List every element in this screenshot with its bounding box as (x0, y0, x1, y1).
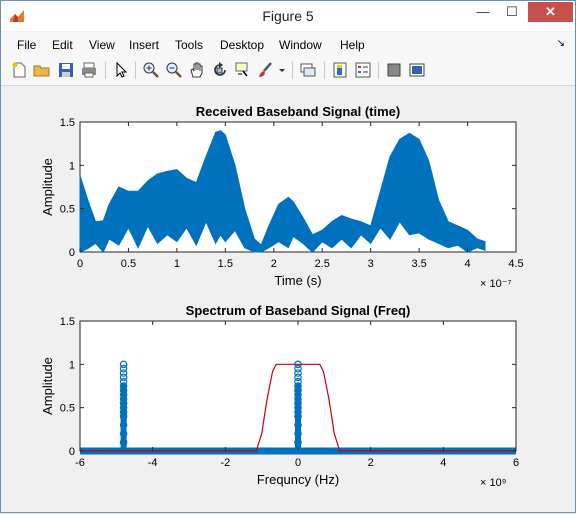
x-axis-label-spectrum: Frequncy (Hz) (257, 472, 339, 487)
maximize-button[interactable]: ☐ (498, 2, 526, 22)
new-figure-icon[interactable] (10, 61, 28, 79)
x-tick-label: 4.5 (508, 258, 523, 270)
dock-figure-icon[interactable]: ↘ (557, 38, 565, 49)
x-tick-label: 2 (271, 258, 277, 270)
show-plot-tools-icon[interactable] (408, 61, 426, 79)
figure-toolbar (1, 56, 575, 86)
x-tick-label: 1.5 (218, 258, 233, 270)
close-button[interactable]: ✕ (528, 2, 573, 22)
menu-help[interactable]: Help (340, 38, 365, 52)
x-axis-label-time: Time (s) (274, 273, 321, 288)
insert-legend-icon[interactable] (354, 61, 372, 79)
x-tick-label: 6 (513, 457, 519, 469)
menu-file[interactable]: File (17, 38, 36, 52)
axes-time[interactable]: 0 0.5 1 1.5 2 2.5 3 3.5 4 4.5 0 0.5 1 1.5 Received Ba… (40, 104, 524, 290)
x-tick-label: 2.5 (315, 258, 330, 270)
y-tick-label: 1 (69, 359, 75, 371)
x-exponent-spectrum: × 10⁹ (480, 477, 506, 489)
figure-canvas[interactable]: 0 0.5 1 1.5 2 2.5 3 3.5 4 4.5 0 0.5 1 1.5 Received Ba… (2, 86, 575, 512)
hide-plot-tools-icon[interactable] (385, 61, 403, 79)
edit-plot-arrow-icon[interactable] (112, 61, 130, 79)
x-tick-label: -6 (75, 457, 85, 469)
x-tick-label: -4 (148, 457, 158, 469)
x-tick-label: 0 (77, 258, 83, 270)
save-figure-icon[interactable] (57, 61, 75, 79)
menu-window[interactable]: Window (279, 38, 322, 52)
open-file-icon[interactable] (33, 61, 51, 79)
x-exponent-time: × 10⁻⁷ (480, 278, 512, 290)
chart-title-time: Received Baseband Signal (time) (196, 104, 400, 119)
menu-desktop[interactable]: Desktop (220, 38, 264, 52)
y-tick-label: 0 (69, 446, 75, 458)
menu-bar: File Edit View Insert Tools Desktop Wind… (1, 32, 575, 56)
x-tick-label: 0 (295, 457, 301, 469)
y-tick-label: 1 (69, 160, 75, 172)
chart-title-spectrum: Spectrum of Baseband Signal (Freq) (186, 303, 411, 318)
menu-view[interactable]: View (89, 38, 115, 52)
print-figure-icon[interactable] (80, 61, 98, 79)
y-tick-label: 0 (69, 247, 75, 259)
y-axis-label-time: Amplitude (40, 158, 55, 216)
x-tick-label: 4 (464, 258, 470, 270)
link-plot-icon[interactable] (299, 61, 317, 79)
title-bar[interactable]: Figure 5 — ☐ ✕ (1, 1, 575, 31)
y-tick-label: 1.5 (60, 117, 75, 129)
pan-hand-icon[interactable] (188, 61, 206, 79)
x-tick-label: 0.5 (121, 258, 136, 270)
x-tick-label: 1 (174, 258, 180, 270)
menu-edit[interactable]: Edit (52, 38, 73, 52)
brush-dropdown-icon[interactable] (277, 61, 287, 79)
rotate-3d-icon[interactable] (211, 61, 229, 79)
figure-window: Figure 5 — ☐ ✕ File Edit View Insert Too… (0, 0, 576, 513)
data-cursor-icon[interactable] (234, 61, 252, 79)
x-tick-label: 3.5 (411, 258, 426, 270)
x-tick-label: 3 (368, 258, 374, 270)
y-axis-label-spectrum: Amplitude (40, 357, 55, 415)
y-tick-label: 1.5 (60, 316, 75, 328)
x-tick-label: 4 (440, 457, 446, 469)
y-tick-label: 0.5 (60, 403, 75, 415)
menu-insert[interactable]: Insert (129, 38, 159, 52)
insert-colorbar-icon[interactable] (331, 61, 349, 79)
minimize-button[interactable]: — (469, 2, 497, 22)
zoom-out-icon[interactable] (165, 61, 183, 79)
zoom-in-icon[interactable] (142, 61, 160, 79)
menu-tools[interactable]: Tools (175, 38, 203, 52)
axes-spectrum[interactable]: -6 -4 -2 0 2 4 6 0 0.5 1 1.5 Spectrum of Baseband … (40, 303, 519, 489)
x-tick-label: 2 (368, 457, 374, 469)
y-tick-label: 0.5 (60, 204, 75, 216)
brush-icon[interactable] (257, 61, 275, 79)
plots-svg: 0 0.5 1 1.5 2 2.5 3 3.5 4 4.5 0 0.5 1 1.5 Received Ba… (40, 104, 524, 489)
x-tick-label: -2 (220, 457, 230, 469)
